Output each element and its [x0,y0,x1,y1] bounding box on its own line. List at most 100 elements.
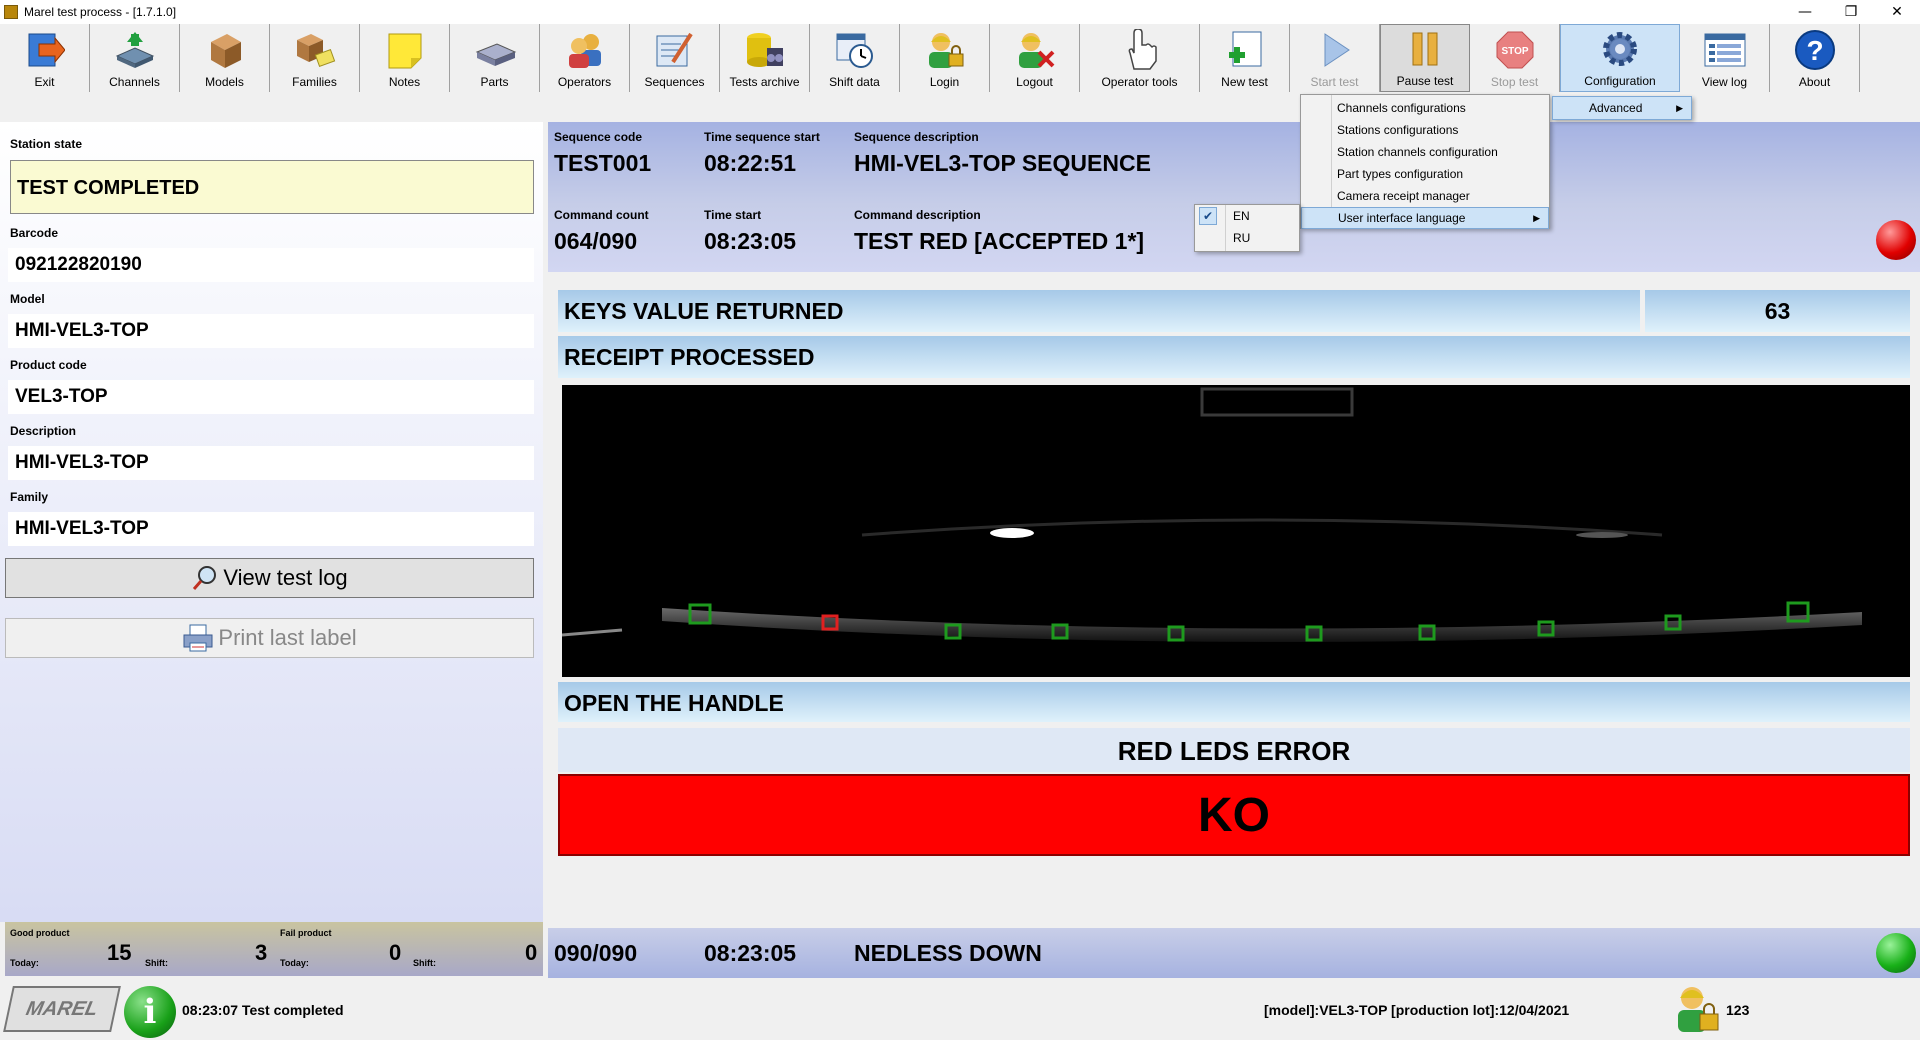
operator-tools-button[interactable]: Operator tools [1080,24,1200,92]
command-description-value: TEST RED [ACCEPTED 1*] [854,228,1145,254]
production-counters: Good product Today: 15 Shift: 3 Fail pro… [5,922,543,976]
models-box-icon [203,29,247,71]
info-icon: i [124,986,176,1038]
main-toolbar: Exit Channels Models Families Notes Part… [0,24,1860,92]
good-today-label: Today: [10,958,39,968]
shift-data-button[interactable]: Shift data [810,24,900,92]
marel-logo: MAREL [3,986,121,1032]
logout-button[interactable]: Logout [990,24,1080,92]
close-icon[interactable]: ✕ [1874,0,1920,24]
language-submenu: ✔ EN RU [1194,204,1300,252]
login-button[interactable]: Login [900,24,990,92]
login-icon [923,29,967,71]
svg-text:STOP: STOP [1501,46,1528,57]
ko-verdict: KO [558,774,1910,856]
operators-icon [563,29,607,71]
families-icon [293,29,337,71]
about-button[interactable]: ? About [1770,24,1860,92]
open-handle-bar: OPEN THE HANDLE [558,682,1910,722]
command-time-start-value: 08:23:05 [704,228,797,254]
family-value: HMI-VEL3-TOP [8,512,534,546]
sequences-button[interactable]: Sequences [630,24,720,92]
about-icon: ? [1793,29,1837,71]
configuration-icon [1598,28,1642,70]
parts-button[interactable]: Parts [450,24,540,92]
sequences-icon [653,29,697,71]
menu-station-channels-configuration[interactable]: Station channels configuration [1301,141,1549,163]
menu-channels-configurations[interactable]: Channels configurations [1301,97,1549,119]
app-icon [4,5,18,19]
advanced-menu-item[interactable]: Advanced ▶ [1552,96,1692,120]
notes-icon [383,29,427,71]
station-panel: Station state TEST COMPLETED Barcode 092… [0,122,543,922]
parts-icon [473,29,517,71]
status-led-red [1876,220,1916,260]
tests-archive-button[interactable]: Tests archive [720,24,810,92]
error-message: RED LEDS ERROR [558,728,1910,772]
product-code-label: Product code [10,358,87,372]
good-today-count: 15 [107,940,132,965]
station-state-value: TEST COMPLETED [10,160,534,214]
station-state-label: Station state [10,137,83,151]
channels-button[interactable]: Channels [90,24,180,92]
window-title: Marel test process - [1.7.1.0] [24,5,177,19]
view-log-button[interactable]: View log [1680,24,1770,92]
command-time-start-label: Time start [704,208,762,222]
operators-button[interactable]: Operators [540,24,630,92]
fail-shift-label: Shift: [413,958,436,968]
new-test-icon [1223,29,1267,71]
svg-text:?: ? [1806,35,1823,66]
menu-stations-configurations[interactable]: Stations configurations [1301,119,1549,141]
restore-icon[interactable]: ❐ [1828,0,1874,24]
fail-today-label: Today: [280,958,309,968]
command-count-label: Command count [554,208,649,222]
sequence-description-value: HMI-VEL3-TOP SEQUENCE [854,150,1151,176]
fail-product-label: Fail product [280,928,332,938]
view-log-icon [1703,29,1747,71]
description-label: Description [10,424,77,438]
family-label: Family [10,490,49,504]
last-command-bar: 090/090 08:23:05 NEDLESS DOWN [548,928,1920,978]
pause-test-icon [1403,28,1447,70]
printer-icon [183,624,213,652]
pause-test-button[interactable]: Pause test [1380,24,1470,92]
checkmark-icon: ✔ [1199,207,1217,225]
menu-camera-receipt-manager[interactable]: Camera receipt manager [1301,185,1549,207]
shift-data-icon [833,29,877,71]
families-button[interactable]: Families [270,24,360,92]
exit-icon [23,29,67,71]
language-option-en[interactable]: ✔ EN [1195,205,1299,227]
exit-button[interactable]: Exit [0,24,90,92]
start-test-button[interactable]: Start test [1290,24,1380,92]
operator-login-icon [1670,982,1722,1039]
notes-button[interactable]: Notes [360,24,450,92]
stop-test-icon: STOP [1493,29,1537,71]
minimize-icon[interactable]: — [1782,0,1828,24]
print-last-label-button[interactable]: Print last label [5,618,534,658]
good-shift-label: Shift: [145,958,168,968]
last-command-time: 08:23:05 [704,940,797,966]
sequence-code-value: TEST001 [554,150,652,176]
submenu-arrow-icon: ▶ [1533,212,1540,223]
status-led-green [1876,933,1916,973]
time-sequence-start-label: Time sequence start [704,130,820,144]
language-option-ru[interactable]: RU [1195,227,1299,249]
camera-image-svg [562,387,1862,643]
product-code-value: VEL3-TOP [8,380,534,414]
menu-part-types-configuration[interactable]: Part types configuration [1301,163,1549,185]
receipt-processed-bar: RECEIPT PROCESSED [558,336,1910,378]
channels-icon [113,29,157,71]
new-test-button[interactable]: New test [1200,24,1290,92]
fail-shift-count: 0 [525,940,538,965]
configuration-button[interactable]: Configuration [1560,24,1680,92]
operator-tools-icon [1118,29,1162,71]
model-label: Model [10,292,45,306]
status-bar: MAREL i 08:23:07 Test completed [model]:… [0,978,1920,1040]
command-count-value: 064/090 [554,228,638,254]
logout-icon [1013,29,1057,71]
models-button[interactable]: Models [180,24,270,92]
stop-test-button[interactable]: STOP Stop test [1470,24,1560,92]
menu-user-interface-language[interactable]: User interface language ▶ [1301,207,1549,229]
production-lot-info: [model]:VEL3-TOP [production lot]:12/04/… [1264,1002,1570,1018]
view-test-log-button[interactable]: View test log [5,558,534,598]
